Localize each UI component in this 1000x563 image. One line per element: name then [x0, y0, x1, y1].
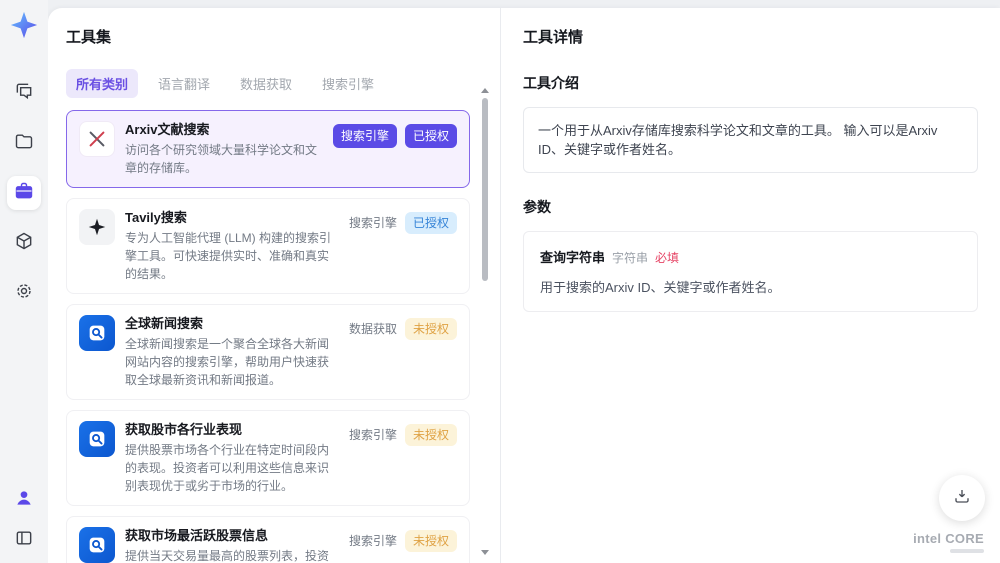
folder-icon: [14, 131, 34, 156]
tool-desc: 全球新闻搜索是一个聚合全球各大新闻网站内容的搜索引擎，帮助用户快速获取全球最新资…: [125, 337, 330, 387]
sidebar-item-files[interactable]: [7, 126, 41, 160]
tool-category-badge: 搜索引擎: [332, 124, 397, 148]
tool-auth-badge: 已授权: [404, 124, 457, 148]
details-title: 工具详情: [523, 29, 584, 46]
param-name: 查询字符串: [540, 250, 606, 265]
intel-core-logo-bar: [950, 549, 984, 553]
intel-core-logo-text: intel CORE: [913, 531, 984, 546]
tool-title: 获取股市各行业表现: [125, 422, 243, 437]
search-icon: [79, 527, 115, 563]
sidebar-item-panel-toggle[interactable]: [9, 525, 39, 555]
tool-auth-badge: 未授权: [404, 424, 457, 446]
tool-auth-badge: 已授权: [404, 212, 457, 234]
params-heading: 参数: [523, 199, 551, 215]
user-icon: [14, 488, 34, 513]
sidebar-item-chat[interactable]: [7, 76, 41, 110]
tool-category-badge: 搜索引擎: [348, 534, 397, 548]
param-required-badge: 必填: [655, 251, 680, 265]
tool-details-panel: 工具详情 工具介绍 一个用于从Arxiv存储库搜索科学论文和文章的工具。 输入可…: [500, 8, 1000, 563]
scroll-up-icon[interactable]: [481, 88, 489, 93]
tool-title: 全球新闻搜索: [125, 316, 204, 331]
sidebar-item-tools[interactable]: [7, 176, 41, 210]
search-icon: [79, 421, 115, 457]
tab-3[interactable]: 搜索引擎: [312, 69, 384, 98]
tool-category-badge: 数据获取: [348, 322, 397, 336]
tool-desc: 提供当天交易量最高的股票列表，投资者可以利用这些信息来识别流动性强的股票和潜在的…: [125, 549, 330, 563]
tool-desc: 访问各个研究领域大量科学论文和文章的存储库。: [125, 143, 318, 175]
tool-title: Arxiv文献搜索: [125, 122, 210, 137]
intel-core-logo: intel CORE: [913, 531, 984, 553]
cube-icon: [14, 231, 34, 256]
arxiv-icon: [79, 121, 115, 157]
tool-card[interactable]: Arxiv文献搜索 访问各个研究领域大量科学论文和文章的存储库。 搜索引擎 已授…: [66, 110, 470, 188]
tool-title: 获取市场最活跃股票信息: [125, 528, 269, 543]
briefcase-icon: [14, 181, 34, 206]
main-panel: 工具集 所有类别 语言翻译 数据获取 搜索引擎 Arxiv文献搜索 访问各个研究领域大…: [48, 8, 1000, 563]
sidebar: [0, 0, 48, 563]
sidebar-item-settings[interactable]: [7, 276, 41, 310]
param-card: 查询字符串 字符串 必填 用于搜索的Arxiv ID、关键字或作者姓名。: [523, 231, 978, 312]
tool-auth-badge: 未授权: [404, 318, 457, 340]
tool-desc: 专为人工智能代理 (LLM) 构建的搜索引擎工具。可快速提供实时、准确和真实的结…: [125, 231, 332, 281]
star-icon: [79, 209, 115, 245]
tool-card[interactable]: 获取股市各行业表现 提供股票市场各个行业在特定时间段内的表现。投资者可以利用这些…: [66, 410, 470, 506]
download-icon: [953, 487, 971, 510]
param-desc: 用于搜索的Arxiv ID、关键字或作者姓名。: [540, 280, 781, 295]
sidebar-item-models[interactable]: [7, 226, 41, 260]
tool-intro-text: 一个用于从Arxiv存储库搜索科学论文和文章的工具。 输入可以是Arxiv ID…: [523, 107, 978, 173]
tools-panel: 工具集 所有类别 语言翻译 数据获取 搜索引擎 Arxiv文献搜索 访问各个研究领域大…: [48, 8, 500, 563]
gear-icon: [14, 281, 34, 306]
download-button[interactable]: [939, 475, 985, 521]
tab-all-categories[interactable]: 所有类别: [66, 69, 139, 98]
tool-desc: 提供股票市场各个行业在特定时间段内的表现。投资者可以利用这些信息来识别表现优于或…: [125, 443, 330, 493]
scrollbar-thumb[interactable]: [482, 98, 488, 281]
tool-title: Tavily搜索: [125, 210, 187, 225]
param-type: 字符串: [612, 251, 649, 265]
scrollbar[interactable]: [481, 88, 489, 555]
app-logo-icon: [9, 10, 39, 40]
tool-category-badge: 搜索引擎: [348, 428, 397, 442]
scroll-down-icon[interactable]: [481, 550, 489, 555]
tab-1[interactable]: 语言翻译: [148, 69, 220, 98]
param-list: 查询字符串 字符串 必填 用于搜索的Arxiv ID、关键字或作者姓名。: [523, 231, 978, 312]
intro-heading: 工具介绍: [523, 75, 579, 91]
search-icon: [79, 315, 115, 351]
chat-icon: [14, 81, 34, 106]
tab-2[interactable]: 数据获取: [230, 69, 302, 98]
tool-card[interactable]: 获取市场最活跃股票信息 提供当天交易量最高的股票列表，投资者可以利用这些信息来识…: [66, 516, 470, 563]
panel-icon: [14, 528, 34, 553]
tool-card[interactable]: 全球新闻搜索 全球新闻搜索是一个聚合全球各大新闻网站内容的搜索引擎，帮助用户快速…: [66, 304, 470, 400]
category-tabs: 所有类别 语言翻译 数据获取 搜索引擎: [66, 69, 470, 98]
tool-auth-badge: 未授权: [404, 530, 457, 552]
page-title: 工具集: [66, 29, 112, 46]
sidebar-item-user[interactable]: [9, 485, 39, 515]
tool-category-badge: 搜索引擎: [348, 216, 397, 230]
tool-card[interactable]: Tavily搜索 专为人工智能代理 (LLM) 构建的搜索引擎工具。可快速提供实…: [66, 198, 470, 294]
tool-list: Arxiv文献搜索 访问各个研究领域大量科学论文和文章的存储库。 搜索引擎 已授…: [66, 110, 470, 563]
